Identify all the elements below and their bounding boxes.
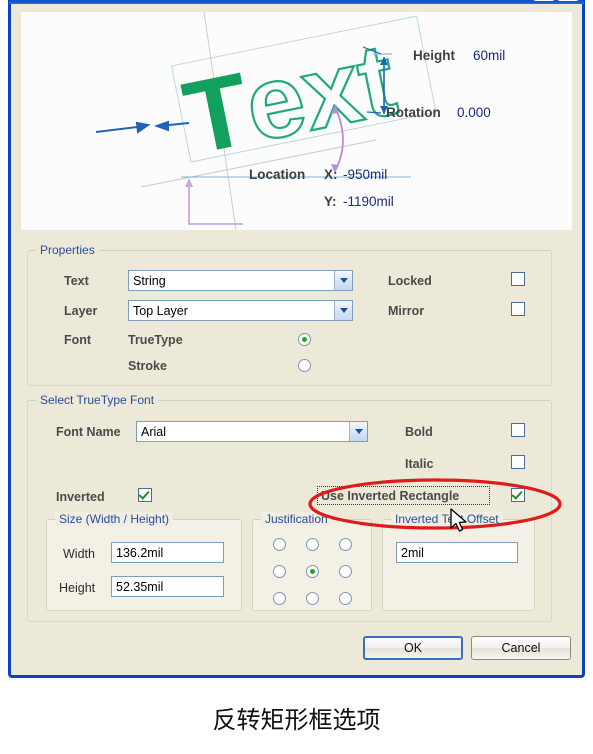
locked-checkbox[interactable] (511, 272, 525, 286)
chevron-down-icon[interactable] (334, 301, 352, 320)
title-bar-buttons: ? ✕ (533, 0, 579, 1)
text-label: Text (64, 274, 89, 288)
bold-label: Bold (405, 425, 433, 439)
height-input[interactable]: 52.35mil (111, 576, 224, 597)
string-dialog: String ? ✕ T ext (8, 0, 585, 678)
width-label: Width (63, 547, 95, 561)
justification-radio-middle-right[interactable] (339, 565, 352, 578)
font-name-label: Font Name (56, 425, 121, 439)
height-label: Height (59, 581, 96, 595)
layer-label: Layer (64, 304, 98, 318)
inverted-text-offset-input[interactable]: 2mil (396, 542, 518, 563)
svg-text:0.000: 0.000 (457, 105, 491, 120)
text-combo-value: String (133, 273, 166, 288)
font-name-value: Arial (141, 424, 167, 439)
justification-radio-middle-center[interactable] (306, 565, 319, 578)
svg-text:60mil: 60mil (473, 48, 505, 63)
mirror-checkbox[interactable] (511, 302, 525, 316)
inverted-checkbox[interactable] (138, 488, 152, 502)
svg-text:-1190mil: -1190mil (343, 194, 394, 209)
ok-button[interactable]: OK (363, 636, 463, 660)
justification-radio-bottom-left[interactable] (273, 592, 286, 605)
svg-text:Location: Location (249, 167, 305, 182)
use-inverted-rectangle-checkbox[interactable] (511, 488, 525, 502)
properties-group: Properties Text String Locked Layer Top … (27, 243, 552, 386)
justification-radio-middle-left[interactable] (273, 565, 286, 578)
layer-combo[interactable]: Top Layer (128, 300, 353, 321)
justification-radio-top-right[interactable] (339, 538, 352, 551)
font-truetype-radio[interactable] (298, 333, 311, 346)
font-stroke-radio[interactable] (298, 359, 311, 372)
use-inverted-rectangle-label: Use Inverted Rectangle (321, 489, 460, 503)
justification-radio-bottom-center[interactable] (306, 592, 319, 605)
justification-radio-bottom-right[interactable] (339, 592, 352, 605)
inverted-text-offset-legend: Inverted Text Offset (391, 512, 503, 526)
size-legend: Size (Width / Height) (55, 512, 174, 526)
cancel-button[interactable]: Cancel (471, 636, 571, 660)
text-preview: T ext Height 60mil Rotation 0.000 Locati… (21, 12, 572, 230)
inverted-label: Inverted (56, 490, 105, 504)
mirror-label: Mirror (388, 304, 425, 318)
italic-label: Italic (405, 457, 434, 471)
svg-text:Rotation: Rotation (386, 105, 441, 120)
font-stroke-label: Stroke (128, 359, 167, 373)
justification-radio-top-center[interactable] (306, 538, 319, 551)
font-truetype-label: TrueType (128, 333, 183, 347)
chevron-down-icon[interactable] (334, 271, 352, 290)
width-input[interactable]: 136.2mil (111, 542, 224, 563)
justification-group: Justification (252, 512, 372, 611)
locked-label: Locked (388, 274, 432, 288)
title-bar: String ? ✕ (8, 0, 585, 4)
inverted-text-offset-group: Inverted Text Offset 2mil (382, 512, 535, 611)
layer-combo-value: Top Layer (133, 303, 188, 318)
help-icon[interactable]: ? (533, 0, 555, 1)
italic-checkbox[interactable] (511, 455, 525, 469)
font-label: Font (64, 333, 92, 347)
size-group: Size (Width / Height) Width 136.2mil Hei… (46, 512, 242, 611)
text-combo[interactable]: String (128, 270, 353, 291)
screenshot-root: String ? ✕ T ext (0, 0, 593, 754)
svg-text:Height: Height (413, 48, 456, 63)
chevron-down-icon[interactable] (349, 422, 367, 441)
close-icon[interactable]: ✕ (557, 0, 579, 1)
properties-legend: Properties (36, 243, 99, 257)
svg-text:X:: X: (324, 167, 338, 182)
svg-text:Y:: Y: (324, 194, 337, 209)
justification-radio-top-left[interactable] (273, 538, 286, 551)
figure-caption: 反转矩形框选项 (212, 706, 381, 734)
svg-text:ext: ext (236, 21, 405, 163)
justification-legend: Justification (261, 512, 332, 526)
truetype-group: Select TrueType Font Font Name Arial Bol… (27, 393, 552, 622)
bold-checkbox[interactable] (511, 423, 525, 437)
truetype-legend: Select TrueType Font (36, 393, 159, 407)
svg-text:-950mil: -950mil (343, 167, 387, 182)
font-name-combo[interactable]: Arial (136, 421, 368, 442)
